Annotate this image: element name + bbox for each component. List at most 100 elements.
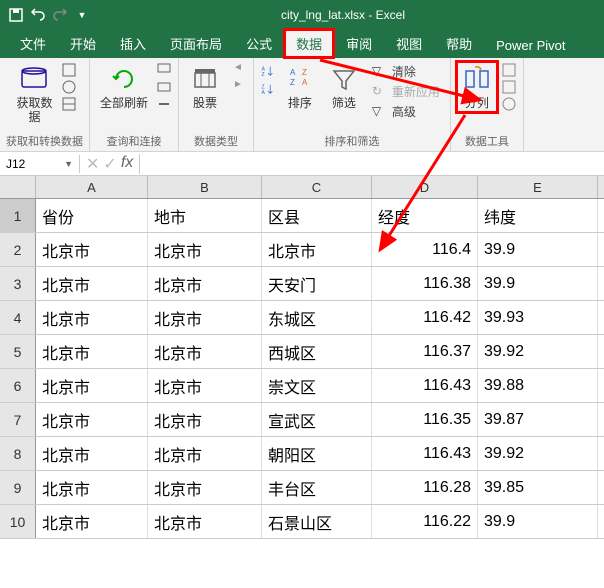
cell[interactable]: 北京市 bbox=[36, 233, 148, 266]
cell[interactable]: 天安门 bbox=[262, 267, 372, 300]
row-header[interactable]: 8 bbox=[0, 437, 36, 470]
cell[interactable]: 北京市 bbox=[36, 267, 148, 300]
cell[interactable]: 纬度 bbox=[478, 199, 598, 232]
col-header-B[interactable]: B bbox=[148, 176, 262, 198]
filter-button[interactable]: 筛选 bbox=[324, 62, 364, 112]
formula-input[interactable] bbox=[140, 162, 604, 166]
col-header-C[interactable]: C bbox=[262, 176, 372, 198]
cell[interactable]: 北京市 bbox=[262, 233, 372, 266]
sort-desc-icon[interactable]: ZA bbox=[260, 80, 276, 96]
undo-icon[interactable] bbox=[30, 7, 46, 23]
cell[interactable]: 116.22 bbox=[372, 505, 478, 538]
cell[interactable]: 北京市 bbox=[36, 403, 148, 436]
data-validation-icon[interactable] bbox=[501, 96, 517, 112]
row-header[interactable]: 6 bbox=[0, 369, 36, 402]
cell[interactable]: 39.88 bbox=[478, 369, 598, 402]
row-header[interactable]: 10 bbox=[0, 505, 36, 538]
cell[interactable]: 北京市 bbox=[36, 471, 148, 504]
cell[interactable]: 石景山区 bbox=[262, 505, 372, 538]
sort-button[interactable]: AZZA 排序 bbox=[280, 62, 320, 112]
stocks-button[interactable]: 股票 bbox=[185, 62, 225, 112]
enter-formula-icon[interactable]: ✓ bbox=[103, 154, 116, 174]
namebox-dropdown-icon[interactable]: ▼ bbox=[64, 159, 73, 169]
cancel-formula-icon[interactable]: ✕ bbox=[86, 154, 99, 174]
cell[interactable]: 39.93 bbox=[478, 301, 598, 334]
cell[interactable]: 116.43 bbox=[372, 369, 478, 402]
cell[interactable]: 39.9 bbox=[478, 267, 598, 300]
cell[interactable]: 39.9 bbox=[478, 505, 598, 538]
cell[interactable]: 宣武区 bbox=[262, 403, 372, 436]
cell[interactable]: 东城区 bbox=[262, 301, 372, 334]
reapply-button[interactable]: ↻重新应用 bbox=[368, 82, 444, 101]
cell[interactable]: 地市 bbox=[148, 199, 262, 232]
from-table-icon[interactable] bbox=[61, 96, 77, 112]
cell[interactable]: 39.87 bbox=[478, 403, 598, 436]
cell[interactable]: 北京市 bbox=[148, 403, 262, 436]
cell[interactable]: 北京市 bbox=[36, 505, 148, 538]
row-header[interactable]: 1 bbox=[0, 199, 36, 232]
cell[interactable]: 116.42 bbox=[372, 301, 478, 334]
tab-formulas[interactable]: 公式 bbox=[234, 29, 284, 58]
save-icon[interactable] bbox=[8, 7, 24, 23]
name-box[interactable]: J12 ▼ bbox=[0, 155, 80, 173]
cell[interactable]: 北京市 bbox=[148, 335, 262, 368]
cell[interactable]: 北京市 bbox=[148, 233, 262, 266]
tab-powerpivot[interactable]: Power Pivot bbox=[484, 33, 577, 58]
col-header-A[interactable]: A bbox=[36, 176, 148, 198]
refresh-all-button[interactable]: 全部刷新 bbox=[96, 62, 152, 112]
fx-icon[interactable]: fx bbox=[121, 154, 133, 174]
cell[interactable]: 北京市 bbox=[148, 437, 262, 470]
cell[interactable]: 北京市 bbox=[36, 301, 148, 334]
col-header-E[interactable]: E bbox=[478, 176, 598, 198]
prev-icon[interactable]: ◄ bbox=[233, 62, 243, 73]
row-header[interactable]: 7 bbox=[0, 403, 36, 436]
tab-help[interactable]: 帮助 bbox=[434, 29, 484, 58]
from-web-icon[interactable] bbox=[61, 79, 77, 95]
get-data-button[interactable]: 获取数 据 bbox=[12, 62, 56, 127]
cell[interactable]: 116.35 bbox=[372, 403, 478, 436]
cell[interactable]: 北京市 bbox=[148, 301, 262, 334]
clear-filter-button[interactable]: ▽清除 bbox=[368, 62, 444, 81]
from-text-icon[interactable] bbox=[61, 62, 77, 78]
cell[interactable]: 北京市 bbox=[36, 335, 148, 368]
cell[interactable]: 北京市 bbox=[36, 437, 148, 470]
editlinks-icon[interactable] bbox=[156, 96, 172, 112]
col-header-D[interactable]: D bbox=[372, 176, 478, 198]
remove-duplicates-icon[interactable] bbox=[501, 79, 517, 95]
cell[interactable]: 116.38 bbox=[372, 267, 478, 300]
tab-view[interactable]: 视图 bbox=[384, 29, 434, 58]
row-header[interactable]: 2 bbox=[0, 233, 36, 266]
advanced-filter-button[interactable]: ▽高级 bbox=[368, 102, 444, 121]
tab-insert[interactable]: 插入 bbox=[108, 29, 158, 58]
redo-icon[interactable] bbox=[52, 7, 68, 23]
tab-file[interactable]: 文件 bbox=[8, 29, 58, 58]
cell[interactable]: 116.43 bbox=[372, 437, 478, 470]
cell[interactable]: 西城区 bbox=[262, 335, 372, 368]
cell[interactable]: 39.92 bbox=[478, 335, 598, 368]
text-to-columns-button[interactable]: 分列 bbox=[457, 62, 497, 112]
cell[interactable]: 丰台区 bbox=[262, 471, 372, 504]
qat-dropdown-icon[interactable]: ▼ bbox=[74, 7, 90, 23]
properties-icon[interactable] bbox=[156, 79, 172, 95]
tab-pagelayout[interactable]: 页面布局 bbox=[158, 29, 234, 58]
next-icon[interactable]: ► bbox=[233, 79, 243, 90]
cell[interactable]: 39.9 bbox=[478, 233, 598, 266]
flash-fill-icon[interactable] bbox=[501, 62, 517, 78]
cell[interactable]: 39.92 bbox=[478, 437, 598, 470]
tab-data[interactable]: 数据 bbox=[284, 29, 334, 58]
tab-review[interactable]: 审阅 bbox=[334, 29, 384, 58]
cell[interactable]: 崇文区 bbox=[262, 369, 372, 402]
cell[interactable]: 经度 bbox=[372, 199, 478, 232]
cell[interactable]: 39.85 bbox=[478, 471, 598, 504]
cell[interactable]: 116.37 bbox=[372, 335, 478, 368]
cell[interactable]: 北京市 bbox=[36, 369, 148, 402]
cell[interactable]: 省份 bbox=[36, 199, 148, 232]
row-header[interactable]: 9 bbox=[0, 471, 36, 504]
cell[interactable]: 116.4 bbox=[372, 233, 478, 266]
tab-home[interactable]: 开始 bbox=[58, 29, 108, 58]
row-header[interactable]: 4 bbox=[0, 301, 36, 334]
cell[interactable]: 区县 bbox=[262, 199, 372, 232]
cell[interactable]: 北京市 bbox=[148, 505, 262, 538]
select-all-corner[interactable] bbox=[0, 176, 36, 198]
row-header[interactable]: 5 bbox=[0, 335, 36, 368]
